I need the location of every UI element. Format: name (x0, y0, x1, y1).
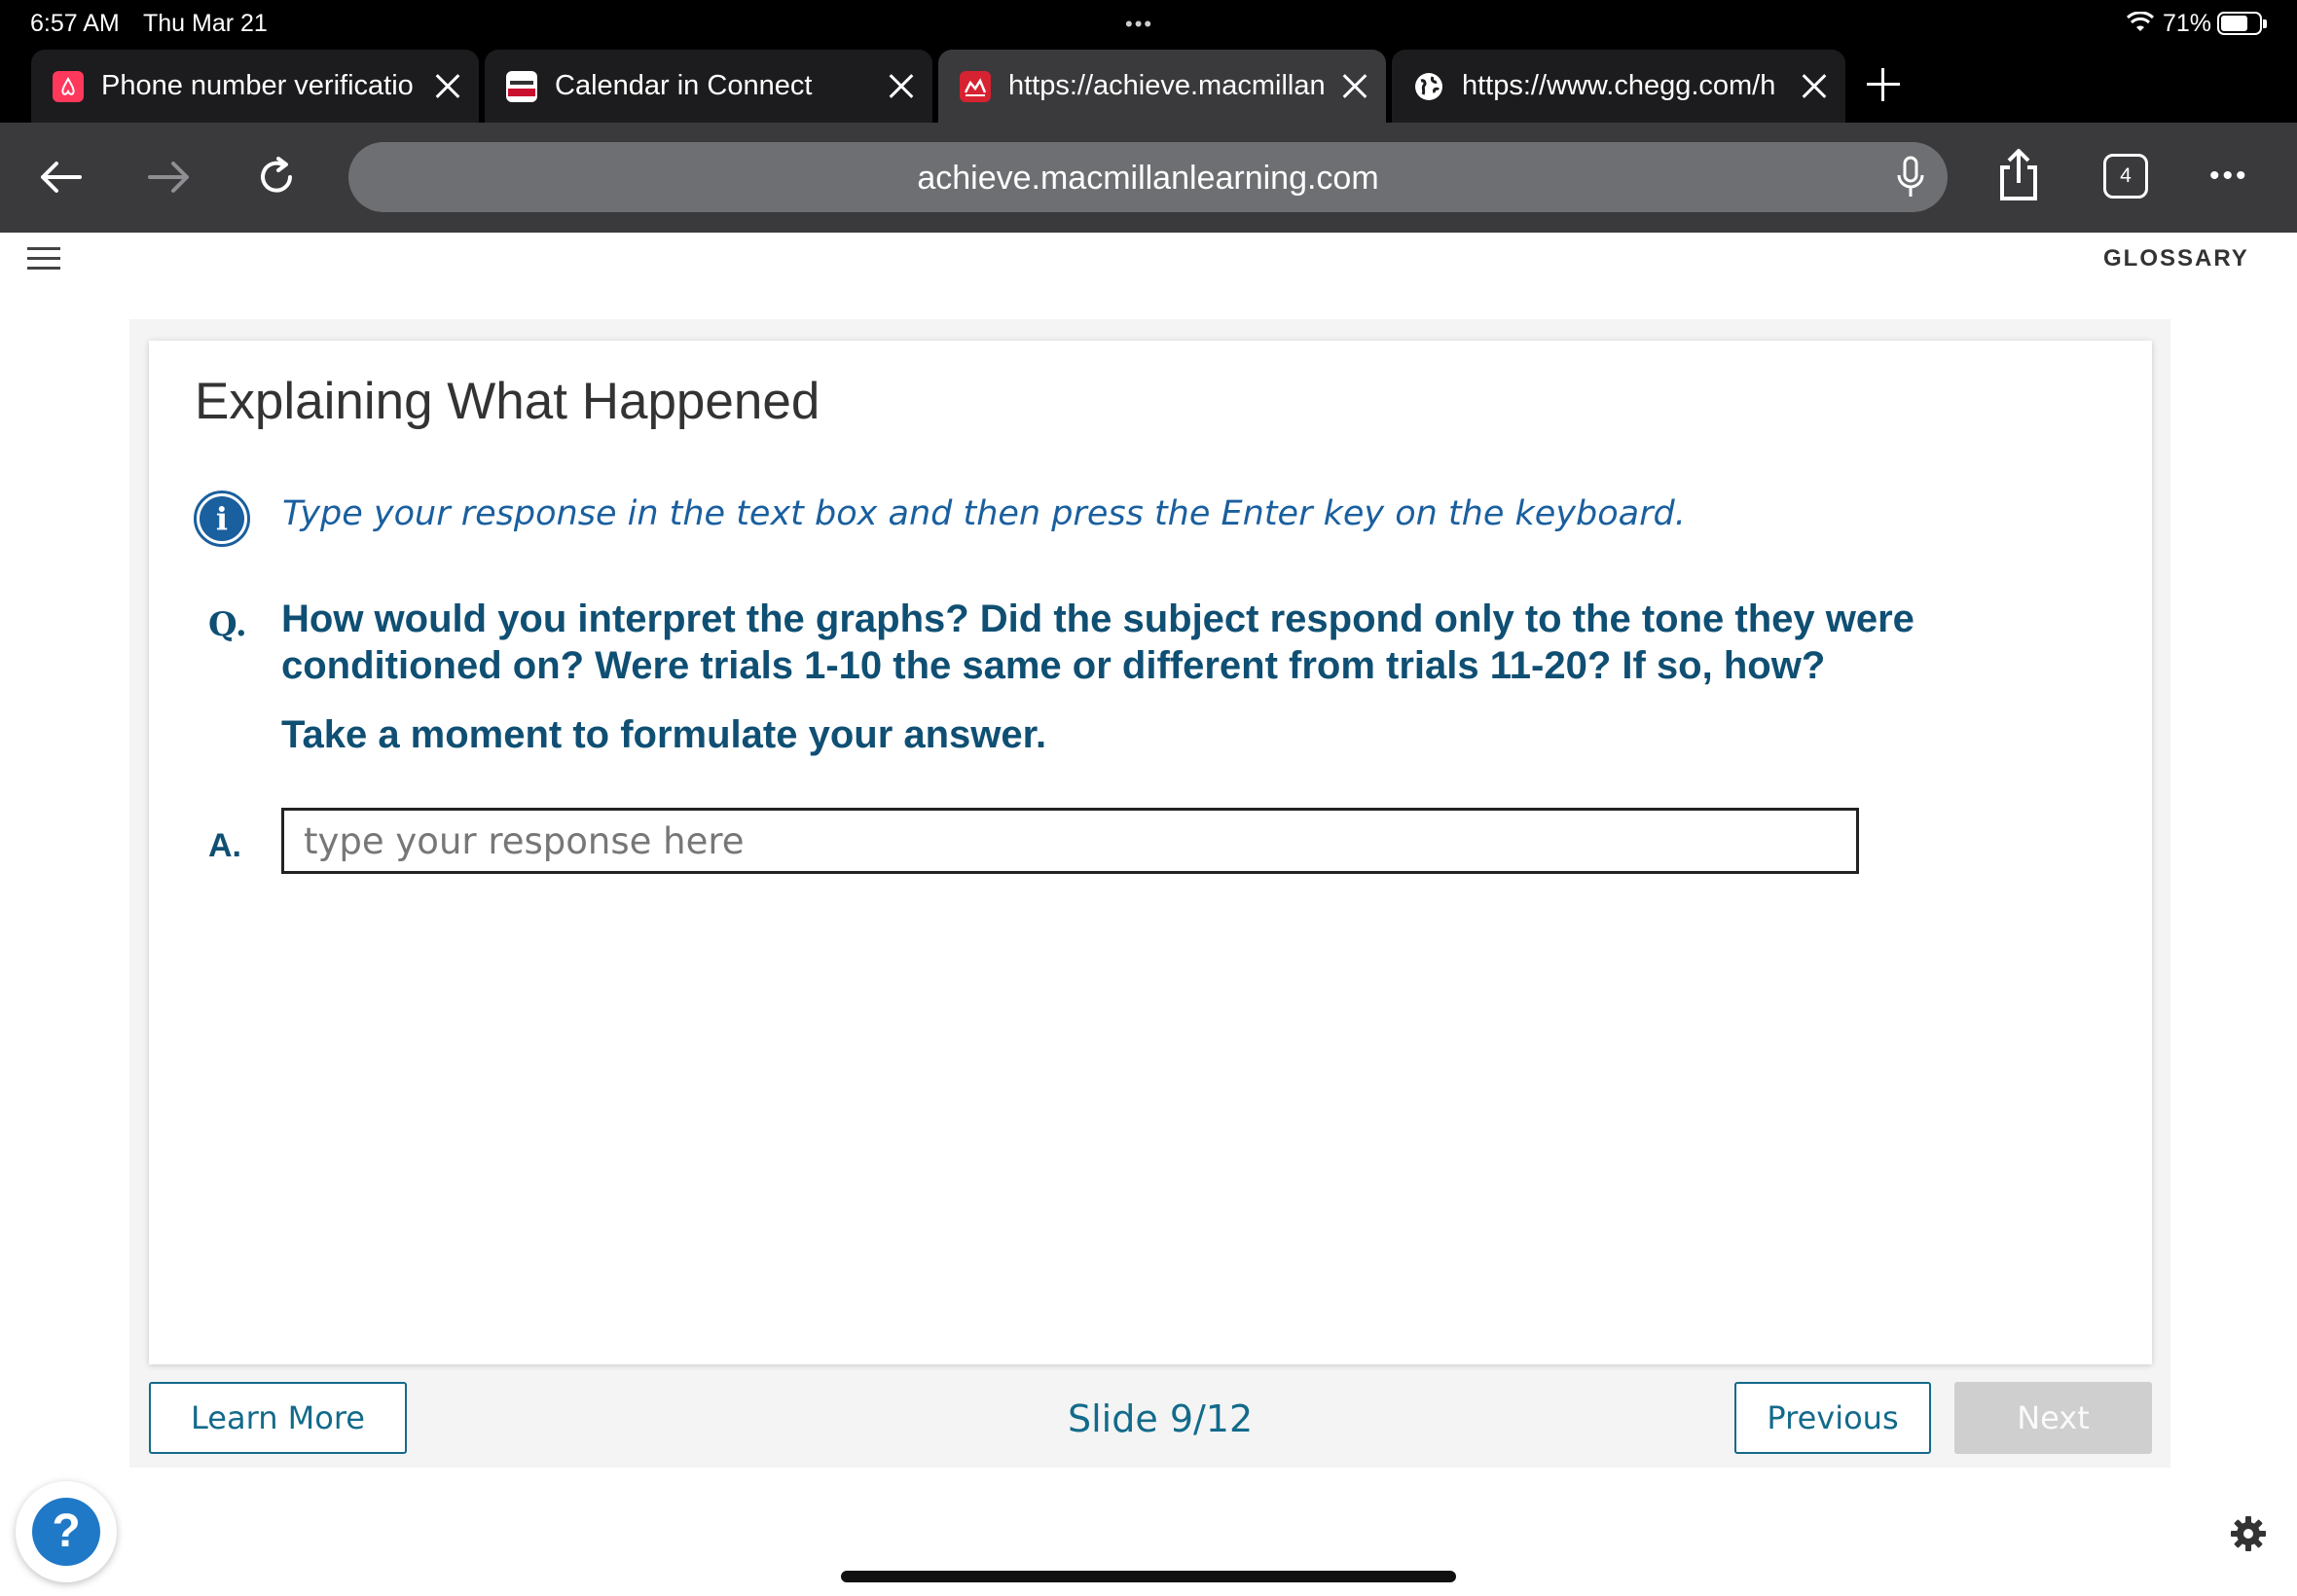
wifi-icon (2126, 12, 2155, 31)
address-bar[interactable]: achieve.macmillanlearning.com (348, 142, 1948, 212)
close-tab-icon[interactable] (1333, 65, 1376, 108)
tab-title: Calendar in Connect (555, 70, 813, 101)
answer-input[interactable] (281, 808, 1859, 874)
home-indicator[interactable] (841, 1571, 1456, 1582)
page-title: Explaining What Happened (195, 373, 820, 430)
share-icon[interactable] (1989, 146, 2048, 204)
close-tab-icon[interactable] (426, 65, 469, 108)
gear-icon[interactable] (2229, 1514, 2268, 1553)
tab-chegg[interactable]: https://www.chegg.com/h (1392, 50, 1845, 123)
status-time: 6:57 AM (30, 10, 120, 37)
prompt-text: Take a moment to formulate your answer. (281, 713, 1047, 756)
airbnb-icon (53, 70, 84, 102)
globe-icon (1413, 71, 1444, 102)
previous-button[interactable]: Previous (1734, 1382, 1931, 1454)
question-label: Q. (208, 605, 247, 644)
tab-title: Phone number verificatio (101, 70, 414, 101)
menu-icon[interactable] (27, 247, 60, 271)
macmillan-icon (960, 70, 991, 102)
status-bar: 6:57 AM Thu Mar 21 ••• 71% (0, 0, 2297, 47)
battery-icon (2217, 12, 2267, 35)
more-options-icon[interactable]: ••• (2209, 160, 2249, 193)
microphone-icon[interactable] (1881, 148, 1940, 206)
tab-calendar-connect[interactable]: Calendar in Connect (485, 50, 932, 123)
close-tab-icon[interactable] (880, 65, 923, 108)
instruction-text: Type your response in the text box and t… (282, 494, 1686, 533)
multitasking-dots[interactable]: ••• (1125, 12, 1153, 37)
question-text: How would you interpret the graphs? Did … (281, 598, 1914, 687)
learn-more-button[interactable]: Learn More (149, 1382, 407, 1454)
question-mark-icon: ? (32, 1498, 100, 1566)
tab-title: https://achieve.macmillan (1008, 70, 1326, 101)
help-button[interactable]: ? (16, 1481, 117, 1582)
answer-label: A. (208, 827, 241, 864)
info-icon: i (194, 490, 250, 547)
battery-percent: 71% (2163, 10, 2212, 37)
back-arrow-icon[interactable] (31, 148, 90, 206)
forward-arrow-icon[interactable] (140, 148, 199, 206)
reload-icon[interactable] (247, 148, 306, 206)
status-date: Thu Mar 21 (143, 10, 268, 37)
slide-counter: Slide 9/12 (1068, 1397, 1254, 1440)
new-tab-icon[interactable] (1861, 62, 1906, 107)
glossary-link[interactable]: GLOSSARY (2103, 245, 2249, 272)
tab-title: https://www.chegg.com/h (1462, 70, 1776, 101)
tab-count-button[interactable]: 4 (2103, 154, 2148, 199)
tab-phone-verification[interactable]: Phone number verificatio (31, 50, 479, 123)
close-tab-icon[interactable] (1793, 65, 1836, 108)
tab-bar: Phone number verificatio Calendar in Con… (0, 47, 2297, 123)
tab-macmillan-achieve[interactable]: https://achieve.macmillan (938, 50, 1386, 123)
connect-icon (506, 70, 537, 102)
next-button[interactable]: Next (1954, 1382, 2152, 1454)
url-text: achieve.macmillanlearning.com (917, 160, 1379, 197)
browser-toolbar: achieve.macmillanlearning.com 4 ••• (0, 123, 2297, 233)
